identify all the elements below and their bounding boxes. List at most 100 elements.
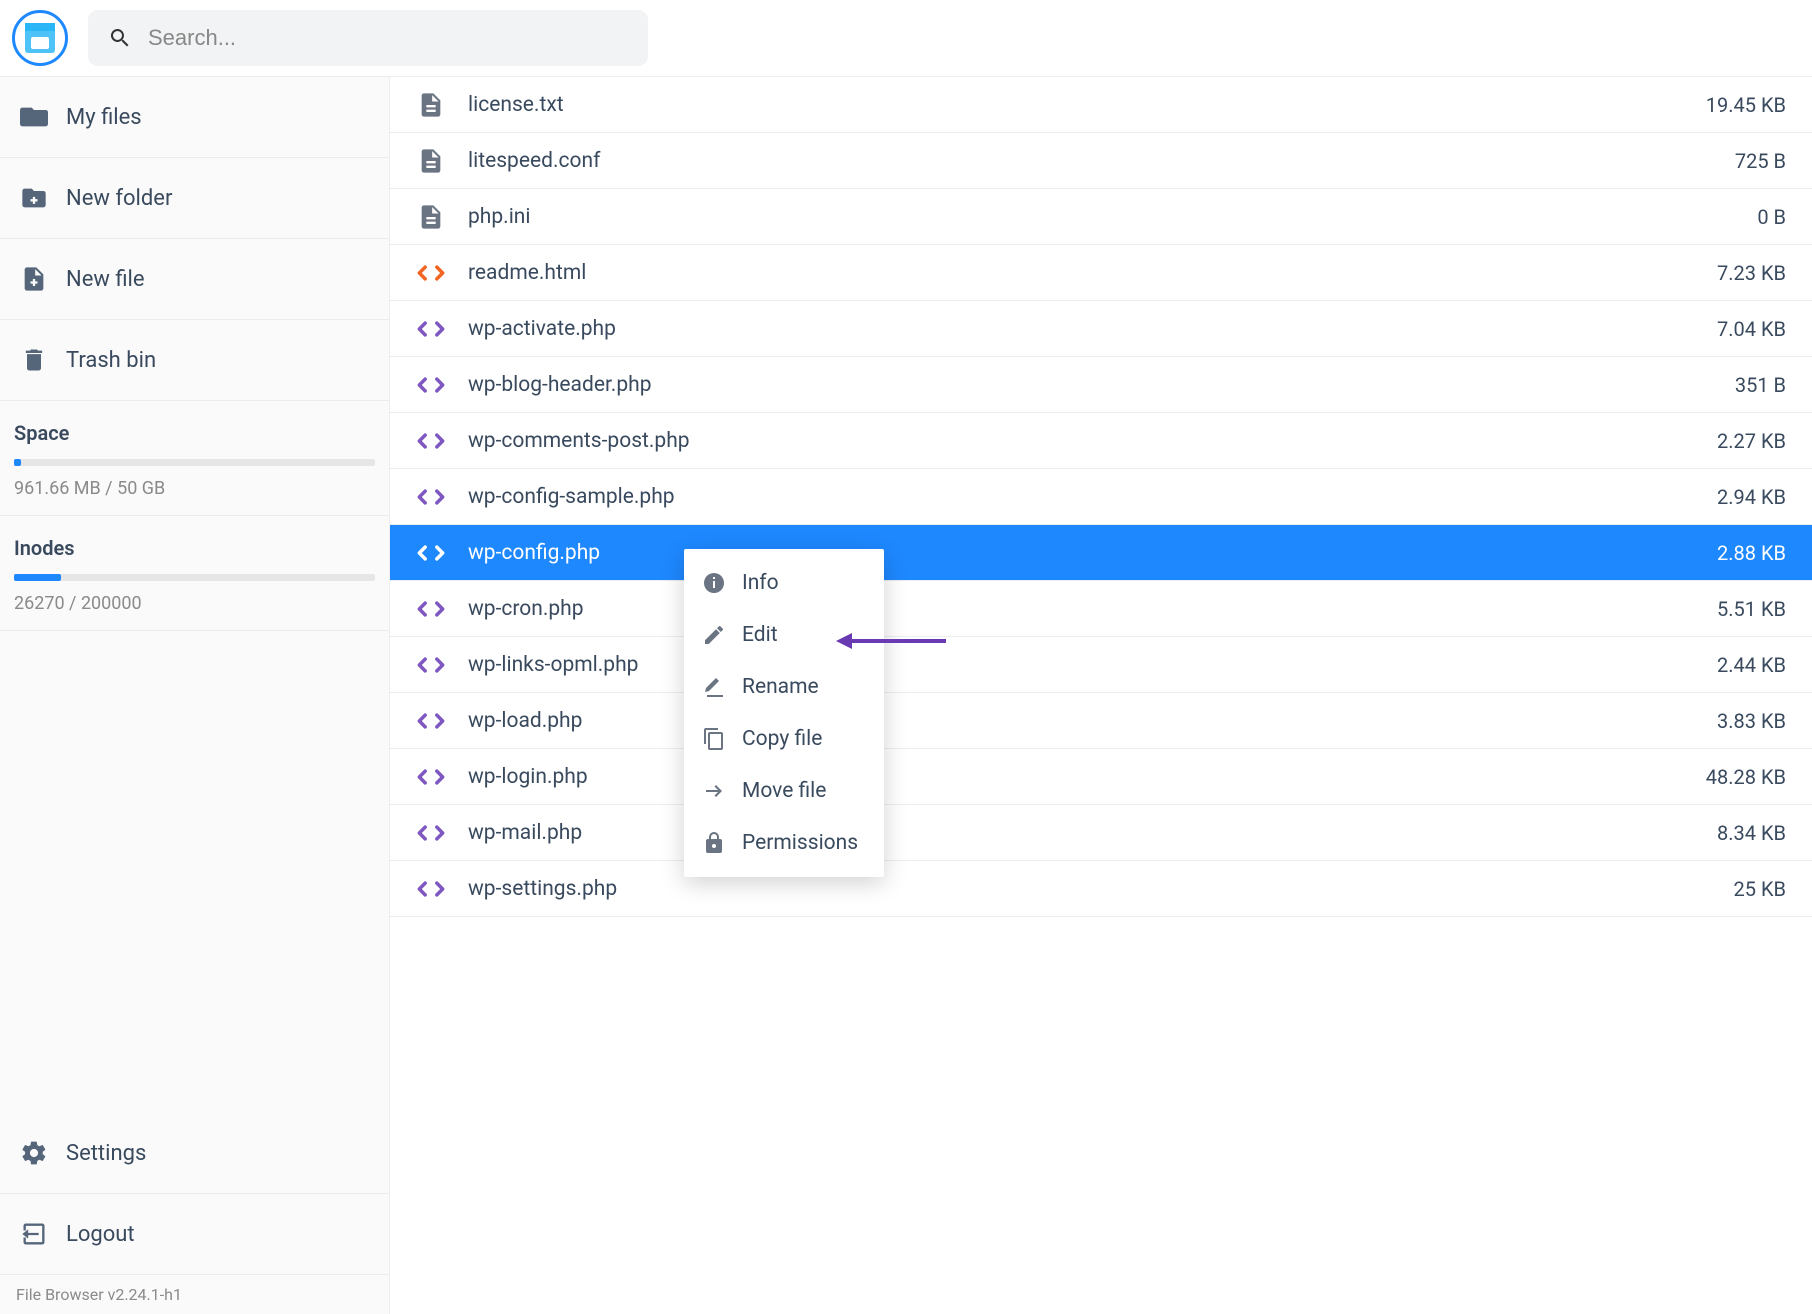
file-icon-wrap (414, 595, 448, 623)
ctx-item-label: Edit (742, 623, 778, 647)
code-icon (417, 707, 445, 735)
floppy-icon (25, 23, 55, 53)
file-row[interactable]: wp-settings.php 25 KB (390, 861, 1812, 917)
file-name: readme.html (468, 261, 1717, 285)
file-row[interactable]: wp-blog-header.php 351 B (390, 357, 1812, 413)
rename-icon (702, 675, 726, 699)
ctx-item-edit[interactable]: Edit (684, 609, 884, 661)
sidebar-item-label: Trash bin (66, 348, 156, 373)
document-icon (417, 203, 445, 231)
file-row[interactable]: php.ini 0 B (390, 189, 1812, 245)
space-section: Space 961.66 MB / 50 GB (0, 401, 389, 516)
sidebar-item-trash-bin[interactable]: Trash bin (0, 320, 389, 401)
sidebar-item-label: Logout (66, 1222, 135, 1247)
file-size: 48.28 KB (1706, 765, 1786, 789)
file-size: 2.88 KB (1717, 541, 1786, 565)
app-logo[interactable] (12, 10, 68, 66)
code-icon (417, 819, 445, 847)
file-icon-wrap (414, 651, 448, 679)
file-row[interactable]: license.txt 19.45 KB (390, 77, 1812, 133)
file-list: license.txt 19.45 KB litespeed.conf 725 … (390, 76, 1812, 1314)
ctx-item-perms[interactable]: Permissions (684, 817, 884, 869)
file-name: php.ini (468, 205, 1757, 229)
space-bar (14, 459, 375, 466)
file-name: wp-comments-post.php (468, 429, 1717, 453)
ctx-item-info[interactable]: Info (684, 557, 884, 609)
file-row[interactable]: wp-comments-post.php 2.27 KB (390, 413, 1812, 469)
file-name: litespeed.conf (468, 149, 1735, 173)
sidebar-item-logout[interactable]: Logout (0, 1194, 389, 1275)
file-icon-wrap (414, 875, 448, 903)
lock-icon (702, 831, 726, 855)
code-icon (417, 371, 445, 399)
file-size: 725 B (1735, 149, 1786, 173)
ctx-item-move[interactable]: Move file (684, 765, 884, 817)
file-row[interactable]: wp-config.php 2.88 KB (390, 525, 1812, 581)
file-row[interactable]: litespeed.conf 725 B (390, 133, 1812, 189)
file-row[interactable]: wp-login.php 48.28 KB (390, 749, 1812, 805)
search-icon (108, 26, 132, 50)
file-icon-wrap (414, 819, 448, 847)
file-row[interactable]: wp-activate.php 7.04 KB (390, 301, 1812, 357)
document-icon (417, 91, 445, 119)
space-text: 961.66 MB / 50 GB (14, 478, 375, 499)
code-icon (417, 595, 445, 623)
sidebar-item-label: New file (66, 267, 145, 292)
file-icon-wrap (414, 91, 448, 119)
file-name: wp-links-opml.php (468, 653, 1717, 677)
file-icon-wrap (414, 203, 448, 231)
file-icon-wrap (414, 707, 448, 735)
info-icon (702, 571, 726, 595)
logout-icon (20, 1220, 48, 1248)
sidebar-item-settings[interactable]: Settings (0, 1113, 389, 1194)
file-size: 7.23 KB (1717, 261, 1786, 285)
ctx-item-label: Copy file (742, 727, 822, 751)
file-icon-wrap (414, 763, 448, 791)
sidebar-item-label: My files (66, 105, 142, 130)
file-size: 351 B (1735, 373, 1786, 397)
file-name: license.txt (468, 93, 1706, 117)
space-title: Space (14, 421, 375, 445)
file-row[interactable]: readme.html 7.23 KB (390, 245, 1812, 301)
file-size: 0 B (1757, 205, 1786, 229)
file-size: 2.27 KB (1717, 429, 1786, 453)
file-name: wp-config-sample.php (468, 485, 1717, 509)
document-icon (417, 147, 445, 175)
search-input[interactable] (148, 25, 628, 51)
file-icon-wrap (414, 259, 448, 287)
file-name: wp-mail.php (468, 821, 1717, 845)
file-icon-wrap (414, 427, 448, 455)
code-icon (417, 875, 445, 903)
inodes-title: Inodes (14, 536, 375, 560)
ctx-item-copy[interactable]: Copy file (684, 713, 884, 765)
file-row[interactable]: wp-links-opml.php 2.44 KB (390, 637, 1812, 693)
copy-icon (702, 727, 726, 751)
trash-icon (20, 346, 48, 374)
inodes-bar (14, 574, 375, 581)
code-icon (417, 483, 445, 511)
code-icon (417, 315, 445, 343)
code-icon (417, 763, 445, 791)
code-icon (417, 259, 445, 287)
ctx-item-label: Rename (742, 675, 819, 699)
file-icon-wrap (414, 371, 448, 399)
context-menu: Info Edit Rename Copy file Move file Per… (684, 549, 884, 877)
search-box[interactable] (88, 10, 648, 66)
file-icon-wrap (414, 539, 448, 567)
ctx-item-rename[interactable]: Rename (684, 661, 884, 713)
file-row[interactable]: wp-load.php 3.83 KB (390, 693, 1812, 749)
file-size: 25 KB (1734, 877, 1786, 901)
file-row[interactable]: wp-mail.php 8.34 KB (390, 805, 1812, 861)
settings-icon (20, 1139, 48, 1167)
file-row[interactable]: wp-config-sample.php 2.94 KB (390, 469, 1812, 525)
sidebar-item-my-files[interactable]: My files (0, 77, 389, 158)
file-icon-wrap (414, 147, 448, 175)
sidebar-item-new-file[interactable]: New file (0, 239, 389, 320)
file-row[interactable]: wp-cron.php 5.51 KB (390, 581, 1812, 637)
sidebar-item-label: New folder (66, 186, 172, 211)
sidebar-item-new-folder[interactable]: New folder (0, 158, 389, 239)
file-size: 19.45 KB (1706, 93, 1786, 117)
file-size: 5.51 KB (1717, 597, 1786, 621)
version-text: File Browser v2.24.1-h1 (0, 1275, 389, 1314)
file-size: 7.04 KB (1717, 317, 1786, 341)
